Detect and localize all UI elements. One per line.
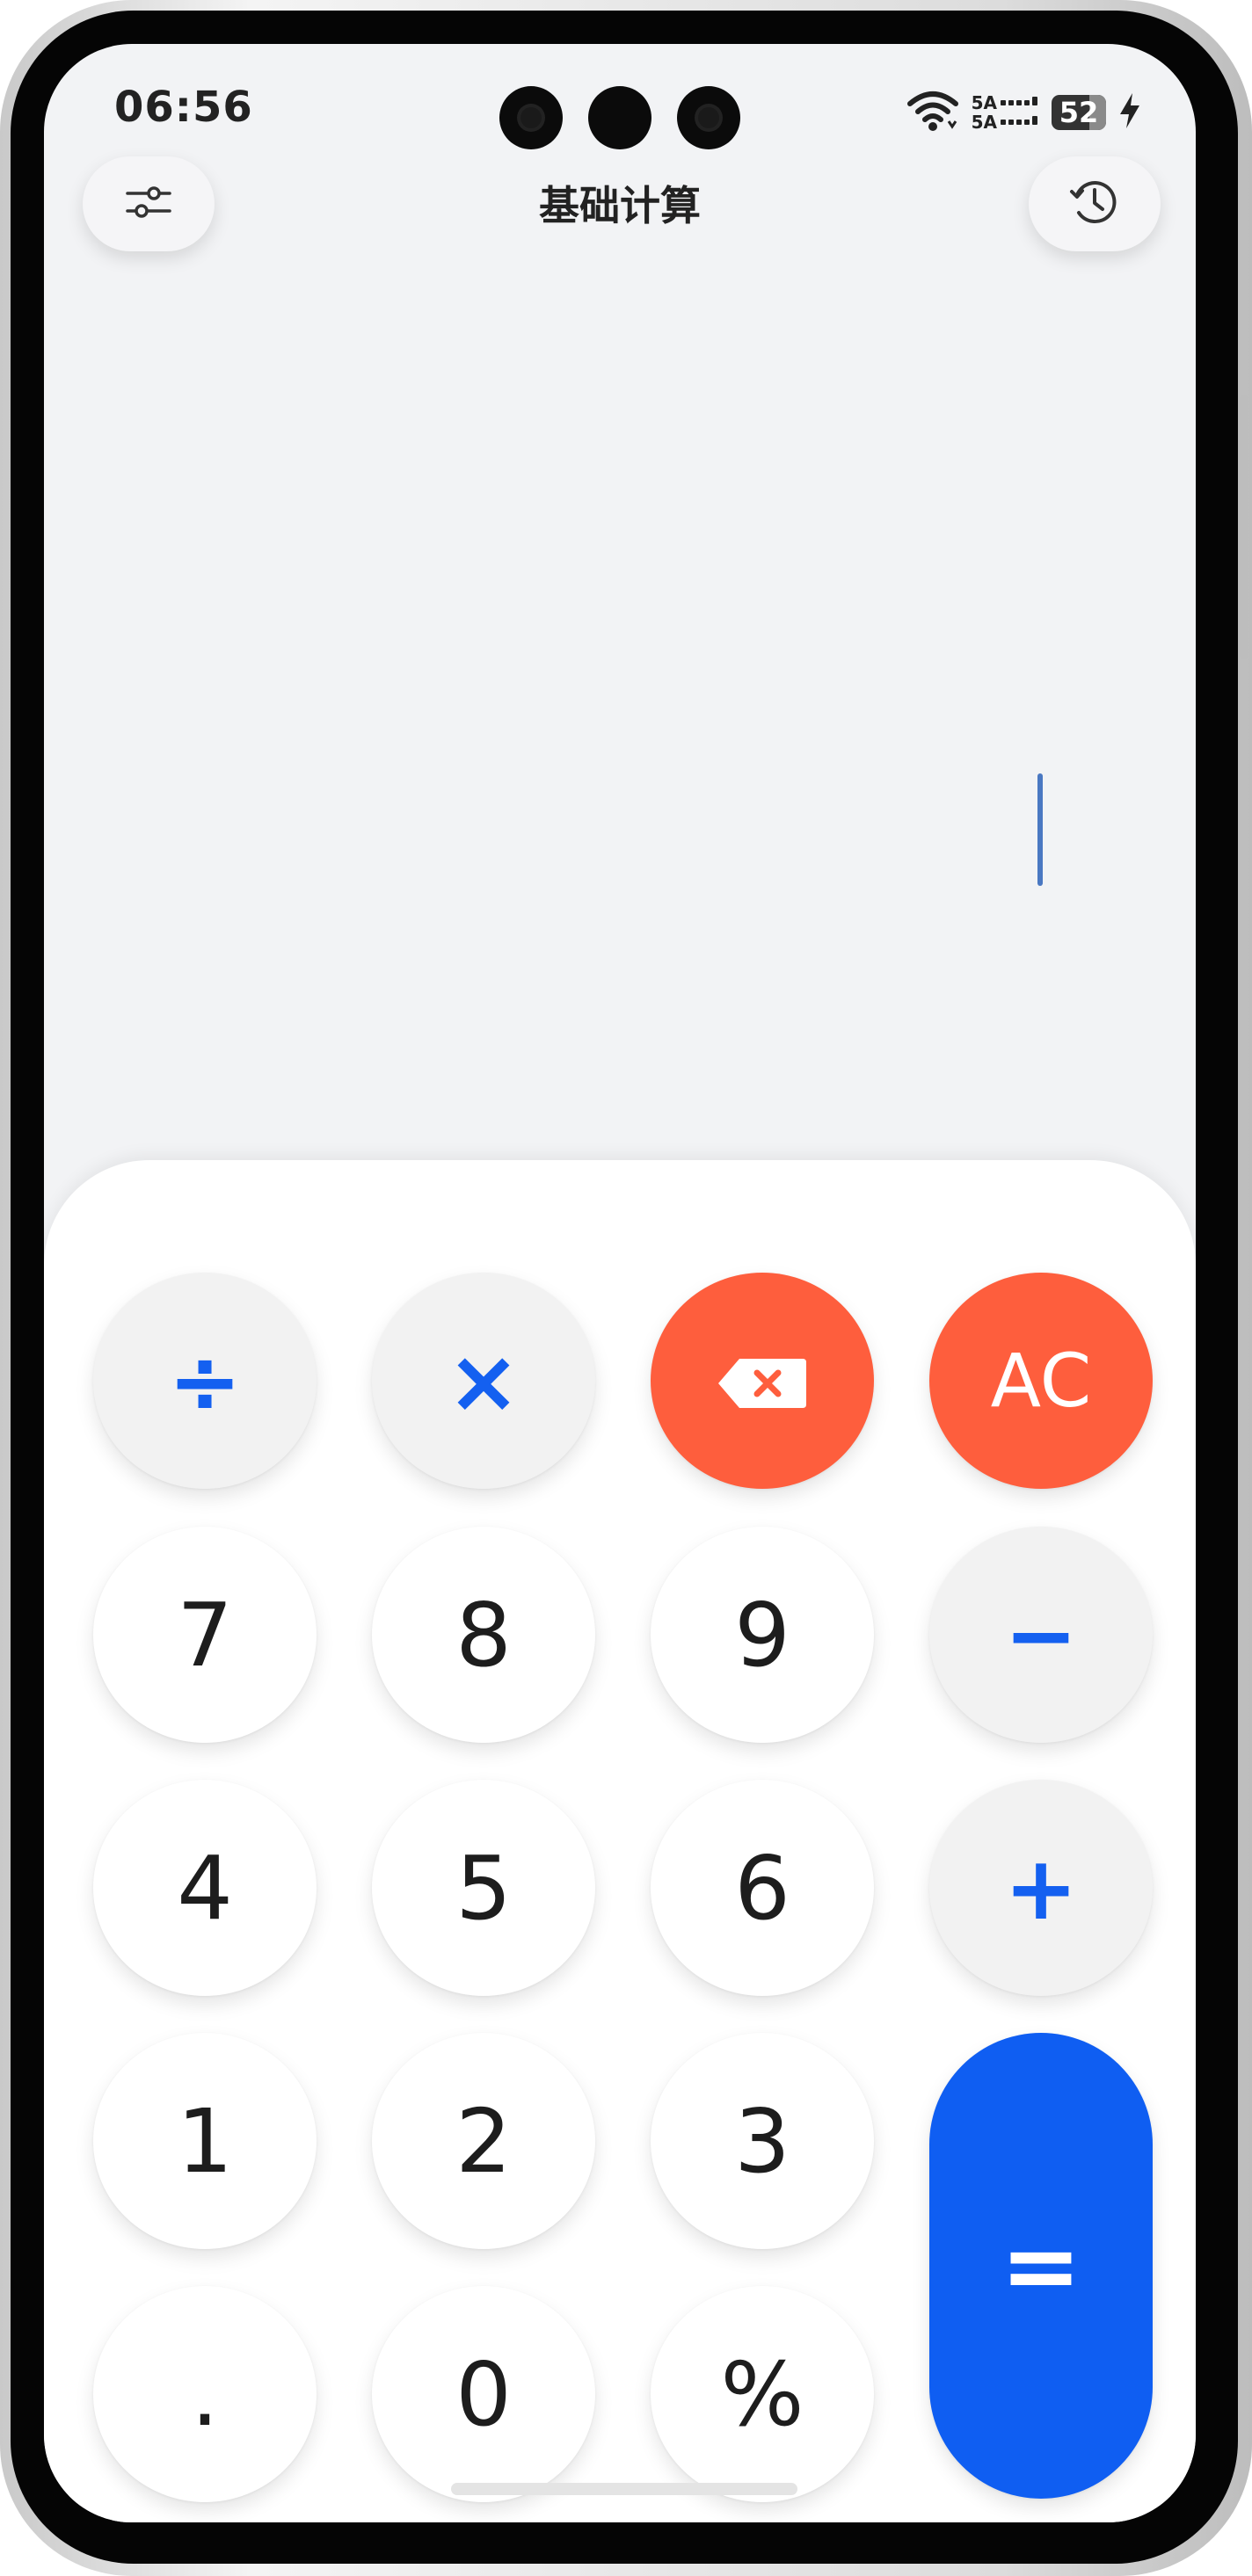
- percent-button[interactable]: %: [651, 2286, 874, 2502]
- keypad: ÷ × AC 7 8 9 − 4 5 6 + 1 2 3 = . 0 %: [44, 1160, 1196, 2522]
- text-cursor: [1037, 773, 1043, 886]
- digit-8-button[interactable]: 8: [372, 1527, 595, 1743]
- digit-0-button[interactable]: 0: [372, 2286, 595, 2502]
- history-icon: [1066, 174, 1123, 234]
- digit-7-button[interactable]: 7: [93, 1527, 317, 1743]
- network-label-2: 5A: [971, 112, 997, 133]
- digit-9-button[interactable]: 9: [651, 1527, 874, 1743]
- minus-button[interactable]: −: [929, 1527, 1153, 1743]
- digit-4-button[interactable]: 4: [93, 1780, 317, 1996]
- front-camera-center: [588, 86, 651, 149]
- digit-6-button[interactable]: 6: [651, 1780, 874, 1996]
- digit-3-button[interactable]: 3: [651, 2033, 874, 2249]
- digit-5-button[interactable]: 5: [372, 1780, 595, 1996]
- page-title: 基础计算: [539, 182, 701, 229]
- front-camera-right: [677, 86, 740, 149]
- wifi-icon: [906, 90, 959, 135]
- backspace-button[interactable]: [651, 1273, 874, 1489]
- digit-1-button[interactable]: 1: [93, 2033, 317, 2249]
- home-indicator[interactable]: [451, 2483, 797, 2495]
- status-icons: 5A 5A 52: [906, 86, 1141, 139]
- decimal-point-button[interactable]: .: [93, 2286, 317, 2502]
- screen: 06:56 5A 5A 52 基础计算 ÷ × AC 7 8 9 − 4 5 6…: [44, 44, 1196, 2522]
- plus-button[interactable]: +: [929, 1780, 1153, 1996]
- signal-icon: 5A 5A: [972, 93, 1039, 132]
- battery-level: 52: [1059, 96, 1099, 129]
- clear-button[interactable]: AC: [929, 1273, 1153, 1489]
- status-time: 06:56: [114, 83, 253, 132]
- multiply-button[interactable]: ×: [372, 1273, 595, 1489]
- charging-icon: [1118, 91, 1141, 134]
- history-button[interactable]: [1029, 156, 1161, 251]
- digit-2-button[interactable]: 2: [372, 2033, 595, 2249]
- battery-icon: 52: [1052, 95, 1106, 130]
- equals-button[interactable]: =: [929, 2033, 1153, 2499]
- volume-button: [1240, 395, 1248, 659]
- backspace-icon: [715, 1330, 810, 1433]
- divide-button[interactable]: ÷: [93, 1273, 317, 1489]
- front-camera-left: [499, 86, 563, 149]
- network-label-1: 5A: [971, 92, 997, 113]
